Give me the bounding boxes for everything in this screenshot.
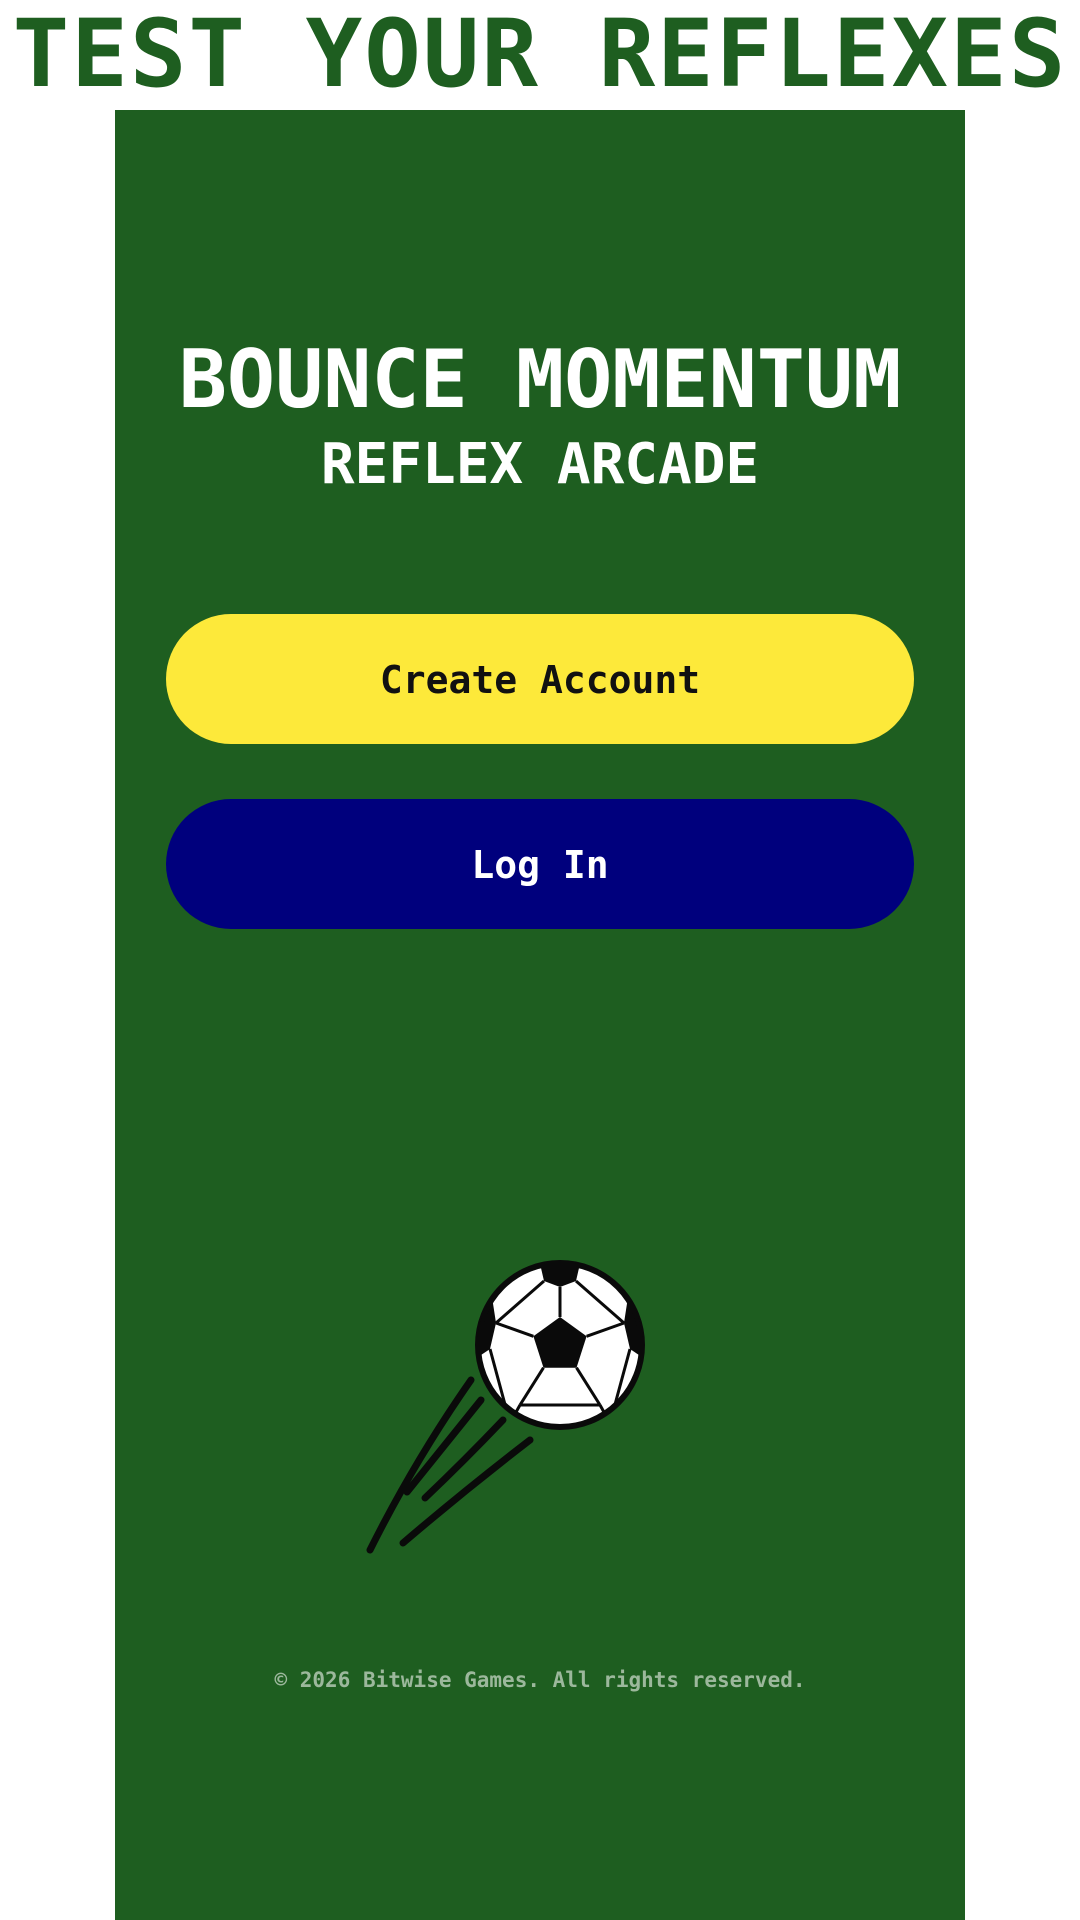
game-title: BOUNCE MOMENTUM — [178, 333, 902, 426]
soccer-ball-icon — [366, 1260, 645, 1554]
log-in-button[interactable]: Log In — [166, 799, 914, 929]
copyright-footer: © 2026 Bitwise Games. All rights reserve… — [274, 1668, 806, 1692]
soccer-ball — [475, 1260, 645, 1430]
create-account-button[interactable]: Create Account — [166, 614, 914, 744]
game-subtitle: REFLEX ARCADE — [320, 432, 760, 497]
promo-banner: TEST YOUR REFLEXES — [12, 0, 1068, 109]
landing-panel: BOUNCE MOMENTUM REFLEX ARCADE Create Acc… — [115, 110, 965, 1920]
